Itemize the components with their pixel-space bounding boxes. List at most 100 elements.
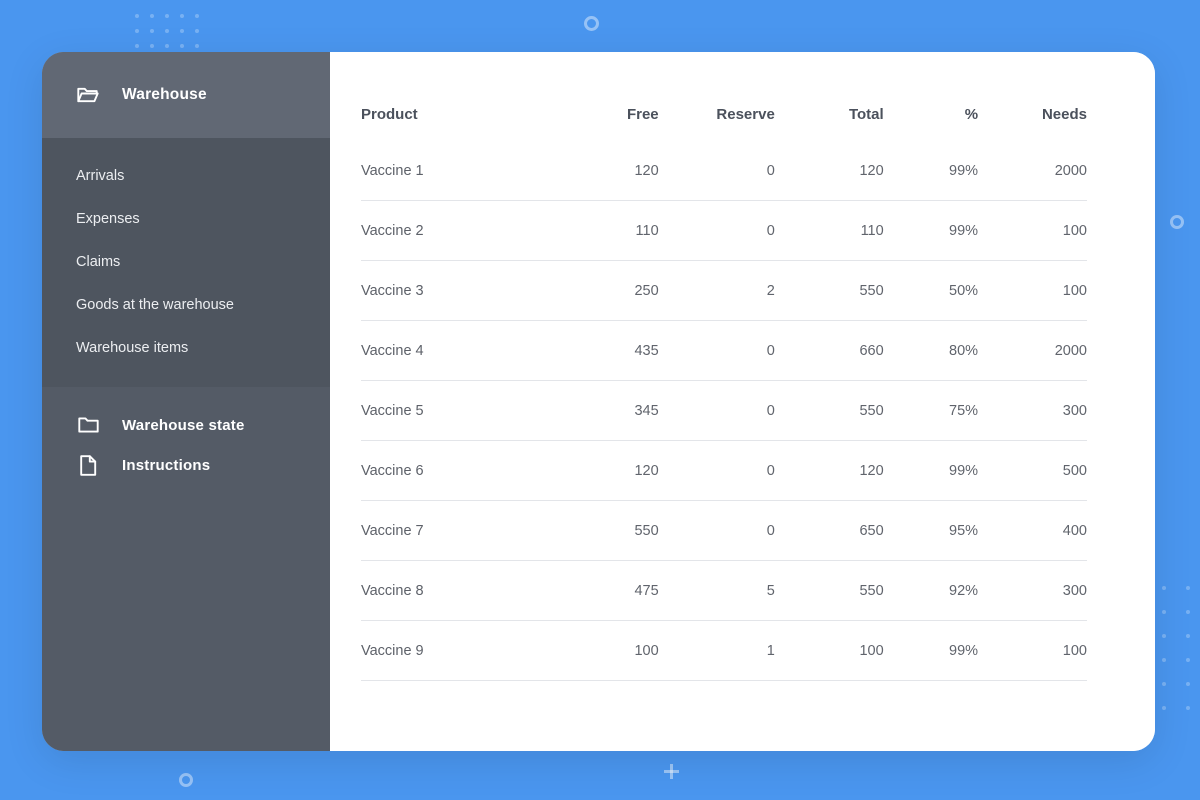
- cell-needs: 500: [978, 440, 1087, 501]
- sidebar-item-warehouse-state[interactable]: Warehouse state: [42, 405, 330, 445]
- cell-total: 550: [774, 380, 884, 441]
- table-row[interactable]: Vaccine 3 250 2 550 50% 100: [361, 260, 1087, 321]
- table-row[interactable]: Vaccine 4 435 0 660 80% 2000: [361, 320, 1087, 381]
- ring-top-icon: [584, 16, 599, 31]
- cell-product: Vaccine 3: [361, 260, 558, 321]
- table-body: Vaccine 1 120 0 120 99% 2000 Vaccine 2 1…: [361, 141, 1087, 681]
- cell-free: 100: [557, 620, 659, 681]
- sidebar-link-label: Claims: [76, 253, 121, 270]
- cell-product: Vaccine 6: [361, 440, 558, 501]
- cell-reserve: 0: [658, 440, 775, 501]
- sidebar-link-label: Goods at the warehouse: [76, 296, 234, 313]
- cell-needs: 400: [978, 500, 1087, 561]
- warehouse-table: Product Free Reserve Total % Needs Vacci…: [361, 52, 1087, 681]
- sidebar-section-label: Instructions: [122, 456, 211, 474]
- column-header-percent[interactable]: %: [884, 52, 978, 141]
- cell-free: 250: [557, 260, 659, 321]
- column-header-product[interactable]: Product: [361, 52, 557, 141]
- sidebar-header[interactable]: Warehouse: [42, 52, 330, 138]
- cell-product: Vaccine 4: [361, 320, 558, 381]
- column-header-needs[interactable]: Needs: [978, 52, 1087, 141]
- cell-total: 650: [774, 500, 884, 561]
- sidebar-item-instructions[interactable]: Instructions: [42, 445, 330, 485]
- table-row[interactable]: Vaccine 7 550 0 650 95% 400: [361, 500, 1087, 561]
- cell-total: 110: [774, 200, 884, 261]
- cell-reserve: 0: [658, 200, 775, 261]
- column-header-reserve[interactable]: Reserve: [659, 52, 774, 141]
- cell-percent: 99%: [883, 620, 979, 681]
- table-header-row: Product Free Reserve Total % Needs: [361, 52, 1087, 141]
- table-header: Product Free Reserve Total % Needs: [361, 52, 1087, 141]
- cell-total: 550: [774, 260, 884, 321]
- ring-right-icon: [1170, 215, 1184, 229]
- plus-icon: [664, 764, 679, 779]
- table-row[interactable]: Vaccine 8 475 5 550 92% 300: [361, 560, 1087, 621]
- table-row[interactable]: Vaccine 9 100 1 100 99% 100: [361, 620, 1087, 681]
- sidebar-link-label: Warehouse items: [76, 339, 189, 356]
- cell-free: 120: [557, 440, 659, 501]
- cell-needs: 2000: [978, 141, 1087, 201]
- cell-free: 435: [557, 320, 659, 381]
- main-content: Product Free Reserve Total % Needs Vacci…: [330, 52, 1155, 751]
- cell-reserve: 0: [658, 380, 775, 441]
- cell-percent: 99%: [883, 440, 979, 501]
- cell-needs: 300: [978, 560, 1087, 621]
- table-row[interactable]: Vaccine 5 345 0 550 75% 300: [361, 380, 1087, 441]
- cell-percent: 75%: [883, 380, 979, 441]
- ring-bottom-left-icon: [179, 773, 193, 787]
- folder-icon: [76, 413, 100, 437]
- cell-total: 100: [774, 620, 884, 681]
- cell-percent: 50%: [883, 260, 979, 321]
- column-header-total[interactable]: Total: [775, 52, 884, 141]
- cell-total: 120: [774, 141, 884, 201]
- cell-product: Vaccine 7: [361, 500, 558, 561]
- cell-free: 120: [557, 141, 659, 201]
- sidebar-item-arrivals[interactable]: Arrivals: [42, 154, 330, 197]
- cell-percent: 95%: [883, 500, 979, 561]
- table-row[interactable]: Vaccine 1 120 0 120 99% 2000: [361, 141, 1087, 201]
- sidebar-link-label: Expenses: [76, 210, 140, 227]
- cell-percent: 99%: [883, 141, 979, 201]
- cell-total: 660: [774, 320, 884, 381]
- sidebar-link-label: Arrivals: [76, 167, 125, 184]
- cell-free: 475: [557, 560, 659, 621]
- sidebar-item-claims[interactable]: Claims: [42, 240, 330, 283]
- cell-percent: 99%: [883, 200, 979, 261]
- cell-reserve: 1: [658, 620, 775, 681]
- column-header-free[interactable]: Free: [557, 52, 659, 141]
- sidebar-sections: Warehouse state Instructions: [42, 387, 330, 751]
- cell-reserve: 0: [658, 320, 775, 381]
- sidebar-title: Warehouse: [122, 86, 207, 103]
- cell-total: 550: [774, 560, 884, 621]
- cell-percent: 92%: [883, 560, 979, 621]
- cell-needs: 100: [978, 200, 1087, 261]
- cell-product: Vaccine 9: [361, 620, 558, 681]
- cell-free: 110: [557, 200, 659, 261]
- cell-reserve: 2: [658, 260, 775, 321]
- app-window: Warehouse Arrivals Expenses Claims Goods…: [42, 52, 1155, 751]
- sidebar-section-label: Warehouse state: [122, 416, 245, 434]
- cell-free: 550: [557, 500, 659, 561]
- sidebar: Warehouse Arrivals Expenses Claims Goods…: [42, 52, 330, 751]
- cell-product: Vaccine 8: [361, 560, 558, 621]
- cell-needs: 2000: [978, 320, 1087, 381]
- cell-product: Vaccine 5: [361, 380, 558, 441]
- sidebar-links: Arrivals Expenses Claims Goods at the wa…: [42, 138, 330, 387]
- cell-free: 345: [557, 380, 659, 441]
- cell-needs: 100: [978, 260, 1087, 321]
- cell-reserve: 5: [658, 560, 775, 621]
- table-row[interactable]: Vaccine 2 110 0 110 99% 100: [361, 200, 1087, 261]
- cell-product: Vaccine 1: [361, 141, 558, 201]
- cell-needs: 300: [978, 380, 1087, 441]
- cell-product: Vaccine 2: [361, 200, 558, 261]
- table-row[interactable]: Vaccine 6 120 0 120 99% 500: [361, 440, 1087, 501]
- cell-needs: 100: [978, 620, 1087, 681]
- sidebar-item-expenses[interactable]: Expenses: [42, 197, 330, 240]
- cell-reserve: 0: [658, 500, 775, 561]
- sidebar-item-goods-at-the-warehouse[interactable]: Goods at the warehouse: [42, 283, 330, 326]
- cell-total: 120: [774, 440, 884, 501]
- sidebar-item-warehouse-items[interactable]: Warehouse items: [42, 326, 330, 369]
- cell-percent: 80%: [883, 320, 979, 381]
- cell-reserve: 0: [658, 141, 775, 201]
- open-folder-icon: [76, 83, 100, 107]
